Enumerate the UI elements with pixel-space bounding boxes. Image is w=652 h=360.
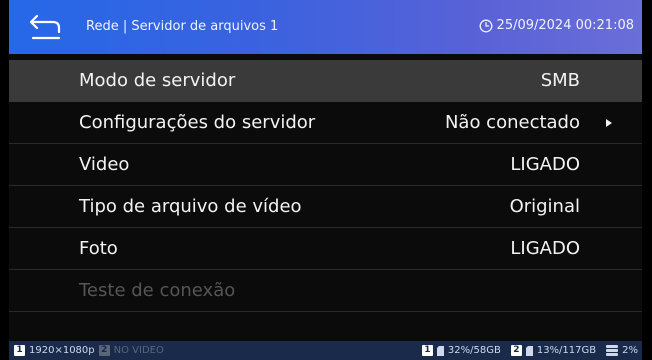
card1-usage: 32%/58GB xyxy=(447,345,501,356)
menu-item-label: Teste de conexão xyxy=(79,280,236,301)
clock-icon xyxy=(479,19,492,32)
card2-badge: 2 xyxy=(510,345,522,356)
page-title: Rede | Servidor de arquivos 1 xyxy=(86,19,279,34)
card2-usage: 13%/117GB xyxy=(536,345,597,356)
menu-item-label: Modo de servidor xyxy=(79,70,236,91)
datetime-text: 25/09/2024 00:21:08 xyxy=(496,18,634,33)
menu-item-label: Configurações do servidor xyxy=(79,112,316,133)
menu-item-tipo-de-arquivo-de-video[interactable]: Tipo de arquivo de vídeo Original xyxy=(9,186,642,228)
memory-card-icon xyxy=(525,345,533,356)
output-status: 1 1920×1080p 2 NO VIDEO xyxy=(14,345,164,356)
menu-item-video[interactable]: Video LIGADO xyxy=(9,144,642,186)
menu-item-label: Video xyxy=(79,154,130,175)
menu-item-modo-de-servidor[interactable]: Modo de servidor SMB xyxy=(9,60,642,102)
memory-card-icon xyxy=(436,345,444,356)
back-button[interactable] xyxy=(27,10,67,44)
menu-item-foto[interactable]: Foto LIGADO xyxy=(9,228,642,270)
datetime-display: 25/09/2024 00:21:08 xyxy=(479,18,634,33)
header-bar: Rede | Servidor de arquivos 1 25/09/2024… xyxy=(9,0,642,54)
card1-badge: 1 xyxy=(421,345,433,356)
menu-item-value: Não conectado xyxy=(444,112,580,133)
menu-item-value: LIGADO xyxy=(510,154,580,175)
storage-icon xyxy=(606,345,619,356)
back-arrow-icon xyxy=(29,14,61,40)
status-bar: 1 1920×1080p 2 NO VIDEO 1 32%/58GB 2 13%… xyxy=(9,341,642,360)
settings-menu: Modo de servidor SMB Configurações do serv… xyxy=(9,60,642,312)
menu-item-teste-de-conexao: Teste de conexão xyxy=(9,270,642,312)
output2-badge: 2 xyxy=(98,345,110,356)
menu-item-value: LIGADO xyxy=(510,238,580,259)
menu-item-value: SMB xyxy=(540,70,580,91)
menu-item-value: Original xyxy=(509,196,580,217)
submenu-arrow-icon xyxy=(606,118,612,127)
output1-badge: 1 xyxy=(14,345,25,356)
storage-usage: 2% xyxy=(622,345,638,356)
storage-status: 1 32%/58GB 2 13%/117GB 2% xyxy=(421,345,638,356)
screen: Rede | Servidor de arquivos 1 25/09/2024… xyxy=(9,0,642,360)
menu-item-label: Foto xyxy=(79,238,118,259)
output2-status: NO VIDEO xyxy=(113,345,164,356)
menu-item-configuracoes-do-servidor[interactable]: Configurações do servidor Não conectado xyxy=(9,102,642,144)
output1-resolution: 1920×1080p xyxy=(29,345,95,356)
menu-item-label: Tipo de arquivo de vídeo xyxy=(79,196,302,217)
